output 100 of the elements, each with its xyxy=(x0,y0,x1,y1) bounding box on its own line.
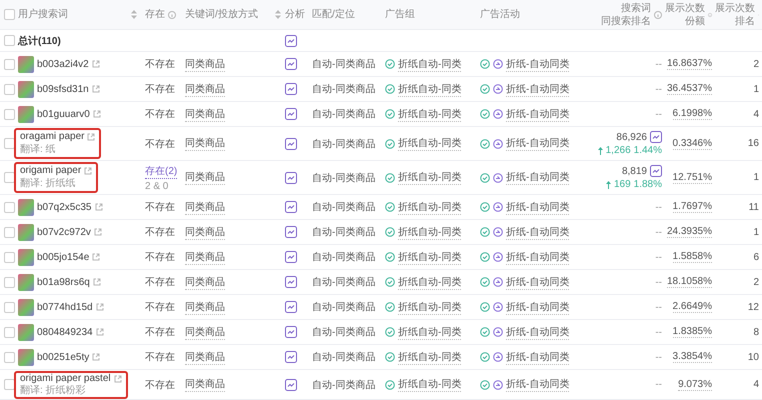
ad-group-name[interactable]: 折纸自动-同类 xyxy=(398,56,462,72)
search-term[interactable]: b003a2i4v2 xyxy=(37,58,89,70)
search-term[interactable]: b07q2x5c35 xyxy=(37,202,92,212)
existence-link[interactable]: 存在(2) xyxy=(145,164,178,178)
checkbox[interactable] xyxy=(4,172,15,183)
trend-chart-icon[interactable] xyxy=(285,226,297,238)
external-link-icon[interactable] xyxy=(114,374,122,382)
search-term[interactable]: oragami paper xyxy=(20,131,84,143)
checkbox[interactable] xyxy=(4,326,15,338)
campaign-name[interactable]: 折纸-自动同类 xyxy=(506,106,570,122)
checkbox[interactable] xyxy=(4,379,15,390)
search-term[interactable]: b09sfsd31n xyxy=(37,84,89,94)
external-link-icon[interactable] xyxy=(96,303,104,311)
search-term[interactable]: b01guuarv0 xyxy=(37,108,90,120)
trend-chart-icon[interactable] xyxy=(285,201,297,213)
trend-chart-icon[interactable] xyxy=(285,58,297,70)
trend-chart-icon[interactable] xyxy=(285,351,297,363)
external-link-icon[interactable] xyxy=(92,60,100,68)
external-link-icon[interactable] xyxy=(92,253,100,261)
trend-chart-icon[interactable] xyxy=(285,138,297,150)
existence-status: 不存在 xyxy=(145,201,175,214)
external-link-icon[interactable] xyxy=(87,133,96,141)
ad-group-name[interactable]: 折纸自动-同类 xyxy=(398,82,462,96)
search-term[interactable]: b07v2c972v xyxy=(37,226,91,238)
external-link-icon[interactable] xyxy=(92,278,101,286)
trend-chart-icon[interactable] xyxy=(285,326,297,338)
external-link-icon[interactable] xyxy=(92,353,100,361)
trend-chart-icon[interactable] xyxy=(285,276,297,288)
campaign-name[interactable]: 折纸-自动同类 xyxy=(506,250,570,264)
trend-chart-icon[interactable] xyxy=(285,108,297,120)
column-header: 分析 xyxy=(285,8,305,21)
keyword-type: 同类商品 xyxy=(185,224,225,240)
checkbox[interactable] xyxy=(4,108,15,120)
trend-chart-icon[interactable] xyxy=(285,378,297,390)
ad-group-name[interactable]: 折纸自动-同类 xyxy=(398,250,462,264)
impression-share: 2.6649% xyxy=(672,301,712,313)
checkbox[interactable] xyxy=(4,252,15,262)
checkbox[interactable] xyxy=(4,226,15,238)
ad-group-name[interactable]: 折纸自动-同类 xyxy=(398,170,462,185)
ad-group-name[interactable]: 折纸自动-同类 xyxy=(398,300,462,314)
search-term[interactable]: 0804849234 xyxy=(37,326,93,338)
external-link-icon[interactable] xyxy=(94,228,102,236)
ad-group-name[interactable]: 折纸自动-同类 xyxy=(398,324,462,340)
campaign-name[interactable]: 折纸-自动同类 xyxy=(506,82,570,96)
ad-group-name[interactable]: 折纸自动-同类 xyxy=(398,200,462,214)
impression-rank: 10 xyxy=(748,352,759,362)
ad-group-name[interactable]: 折纸自动-同类 xyxy=(398,377,462,392)
column-header: 广告组 xyxy=(385,8,415,21)
ad-group-name[interactable]: 折纸自动-同类 xyxy=(398,106,462,122)
campaign-name[interactable]: 折纸-自动同类 xyxy=(506,56,570,72)
trend-chart-icon[interactable] xyxy=(650,165,662,177)
trend-chart-icon[interactable] xyxy=(285,34,297,46)
impression-rank: 1 xyxy=(753,172,759,183)
sort-icon[interactable] xyxy=(131,10,137,19)
external-link-icon[interactable] xyxy=(96,328,104,336)
campaign-name[interactable]: 折纸-自动同类 xyxy=(506,170,570,185)
search-term[interactable]: b01a98rs6q xyxy=(37,276,90,288)
sort-icon[interactable] xyxy=(275,10,281,19)
external-link-icon[interactable] xyxy=(94,203,102,211)
empty-value: -- xyxy=(655,352,662,362)
campaign-name[interactable]: 折纸-自动同类 xyxy=(506,224,570,240)
search-term[interactable]: b005jo154e xyxy=(37,252,90,262)
campaign-name[interactable]: 折纸-自动同类 xyxy=(506,200,570,214)
external-link-icon[interactable] xyxy=(84,167,92,175)
checkbox[interactable] xyxy=(4,352,15,362)
search-rank-value: 86,926 xyxy=(616,132,647,142)
search-term[interactable]: origami paper pastel xyxy=(20,372,111,384)
campaign-name[interactable]: 折纸-自动同类 xyxy=(506,274,570,290)
external-link-icon[interactable] xyxy=(92,110,101,118)
check-circle-icon xyxy=(385,59,395,69)
ad-group-name[interactable]: 折纸自动-同类 xyxy=(398,136,462,151)
product-thumbnail xyxy=(18,80,34,98)
checkbox[interactable] xyxy=(4,276,15,288)
checkbox[interactable] xyxy=(4,138,15,149)
checkbox[interactable] xyxy=(4,58,15,70)
trend-chart-icon[interactable] xyxy=(285,172,297,184)
ad-group-name[interactable]: 折纸自动-同类 xyxy=(398,350,462,364)
search-term[interactable]: b00251e5ty xyxy=(37,352,90,362)
empty-value: -- xyxy=(655,276,662,288)
ad-group-name[interactable]: 折纸自动-同类 xyxy=(398,274,462,290)
trend-chart-icon[interactable] xyxy=(285,83,297,95)
trend-chart-icon[interactable] xyxy=(650,131,662,143)
campaign-name[interactable]: 折纸-自动同类 xyxy=(506,377,570,392)
checkbox[interactable] xyxy=(4,9,15,20)
checkbox[interactable] xyxy=(4,302,15,312)
search-term[interactable]: b0774hd15d xyxy=(37,302,93,312)
checkbox[interactable] xyxy=(4,35,15,46)
campaign-name[interactable]: 折纸-自动同类 xyxy=(506,136,570,151)
checkbox[interactable] xyxy=(4,84,15,94)
ad-group-name[interactable]: 折纸自动-同类 xyxy=(398,224,462,240)
campaign-name[interactable]: 折纸-自动同类 xyxy=(506,300,570,314)
external-link-icon[interactable] xyxy=(92,85,100,93)
campaign-name[interactable]: 折纸-自动同类 xyxy=(506,350,570,364)
checkbox[interactable] xyxy=(4,202,15,212)
campaign-icon xyxy=(493,227,503,237)
trend-chart-icon[interactable] xyxy=(285,301,297,313)
campaign-name[interactable]: 折纸-自动同类 xyxy=(506,324,570,340)
check-circle-icon xyxy=(385,380,395,390)
trend-chart-icon[interactable] xyxy=(285,251,297,263)
search-term[interactable]: origami paper xyxy=(20,165,82,177)
